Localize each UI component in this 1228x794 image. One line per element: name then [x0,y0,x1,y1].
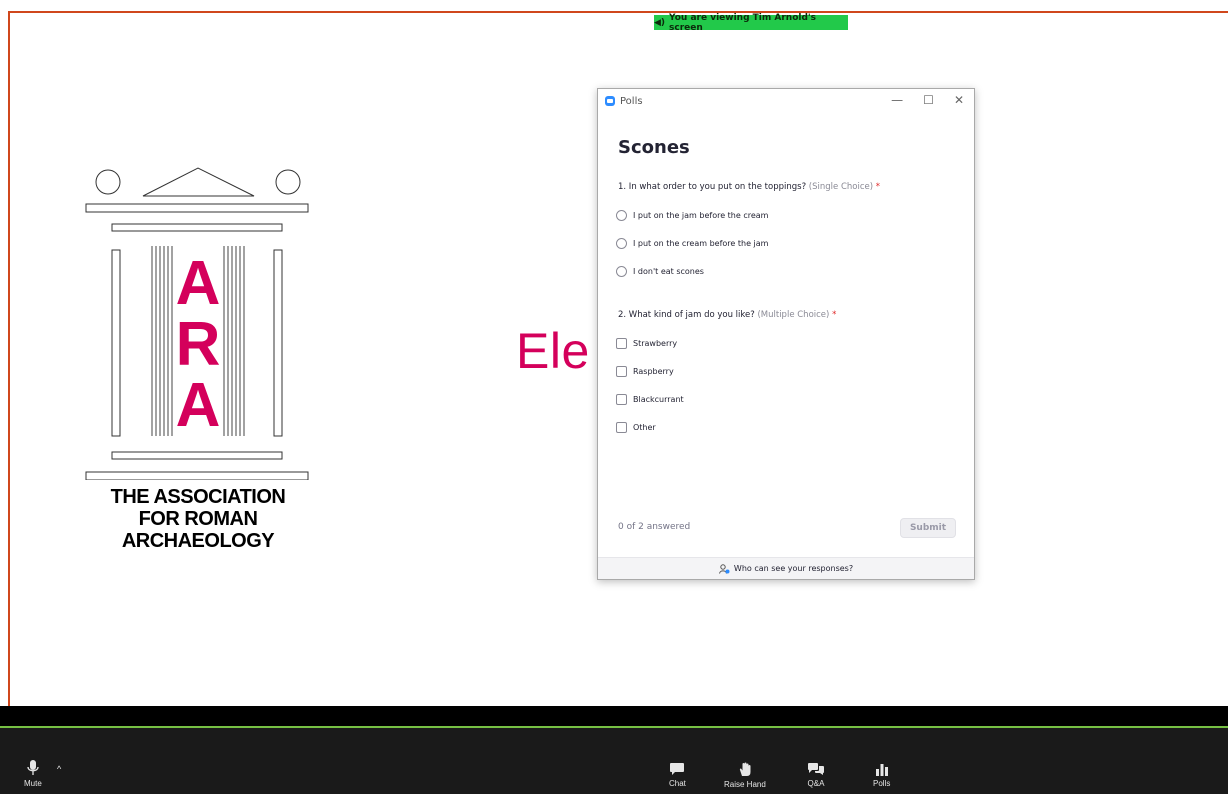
q2-option-other[interactable]: Other [616,422,656,433]
viewing-banner[interactable]: ◀︎) You are viewing Tim Arnold's screen [654,12,848,33]
polls-window-title: Polls [620,95,643,107]
microphone-icon [27,760,39,775]
option-label: Blackcurrant [633,395,684,404]
option-label: Other [633,423,656,432]
radio-button[interactable] [616,266,627,277]
q2-option-strawberry[interactable]: Strawberry [616,338,677,349]
option-label: I put on the cream before the jam [633,239,769,248]
polls-window: Polls — ☐ ✕ Scones 1. In what order to y… [597,88,975,580]
checkbox[interactable] [616,422,627,433]
raise-hand-button[interactable]: Raise Hand [724,762,766,789]
logo-caption-line: THE ASSOCIATION [110,486,286,508]
minimize-icon[interactable]: — [891,93,903,107]
audio-options-caret-icon[interactable]: ^ [57,764,61,774]
checkbox[interactable] [616,394,627,405]
question-2: 2. What kind of jam do you like? (Multip… [618,310,836,320]
video-band [0,706,1228,726]
q1-option-jam-first[interactable]: I put on the jam before the cream [616,210,768,221]
logo-caption-line: FOR ROMAN [138,508,258,530]
logo-letter-a1: A [176,249,221,318]
hand-icon [739,762,751,776]
meeting-toolbar: Mute ^ Chat Raise Hand Q&A Polls [0,728,1228,794]
maximize-icon[interactable]: ☐ [923,93,934,107]
submit-button[interactable]: Submit [900,518,956,538]
question-2-type: (Multiple Choice) [757,310,830,320]
required-marker: * [832,310,837,320]
qa-label: Q&A [807,779,825,788]
ara-logo: A R A [85,167,309,480]
logo-caption: THE ASSOCIATION FOR ROMAN ARCHAEOLOGY [80,486,316,552]
question-1-type: (Single Choice) [808,182,874,192]
logo-caption-line: ARCHAEOLOGY [121,530,275,552]
question-1-text: 1. In what order to you put on the toppi… [618,182,807,192]
q1-option-cream-first[interactable]: I put on the cream before the jam [616,238,768,249]
checkbox[interactable] [616,366,627,377]
qa-button[interactable]: Q&A [807,762,825,788]
qa-icon [808,763,824,775]
q2-option-raspberry[interactable]: Raspberry [616,366,674,377]
q2-option-blackcurrant[interactable]: Blackcurrant [616,394,684,405]
raise-hand-label: Raise Hand [724,780,766,789]
who-can-see-text: Who can see your responses? [733,564,854,573]
radio-button[interactable] [616,238,627,249]
mute-label: Mute [24,779,42,788]
option-label: Raspberry [633,367,674,376]
zoom-logo-icon [605,96,615,106]
question-2-text: 2. What kind of jam do you like? [618,310,755,320]
viewing-banner-text: You are viewing Tim Arnold's screen [669,12,817,33]
logo-letter-a2: A [176,371,221,440]
polls-label: Polls [873,779,891,788]
user-icon [718,563,730,574]
option-label: I put on the jam before the cream [633,211,769,220]
logo-letter-r: R [176,310,221,379]
chat-label: Chat [669,779,686,788]
chat-icon [670,763,685,775]
bar-chart-icon [875,764,888,776]
answered-count: 0 of 2 answered [618,522,691,532]
option-label: I don't eat scones [633,267,704,276]
question-1: 1. In what order to you put on the toppi… [618,182,880,192]
who-can-see-link[interactable]: Who can see your responses? [598,557,974,579]
poll-title: Scones [618,137,690,158]
mute-button[interactable]: Mute [24,760,42,788]
slide-title-left: Ele [516,323,590,379]
required-marker: * [875,182,881,192]
option-label: Strawberry [633,339,678,348]
q1-option-no-scones[interactable]: I don't eat scones [616,266,704,277]
speaker-icon: ◀︎) [654,17,666,28]
polls-button[interactable]: Polls [873,762,890,788]
radio-button[interactable] [616,210,627,221]
close-icon[interactable]: ✕ [954,93,964,107]
checkbox[interactable] [616,338,627,349]
chat-button[interactable]: Chat [669,762,686,788]
